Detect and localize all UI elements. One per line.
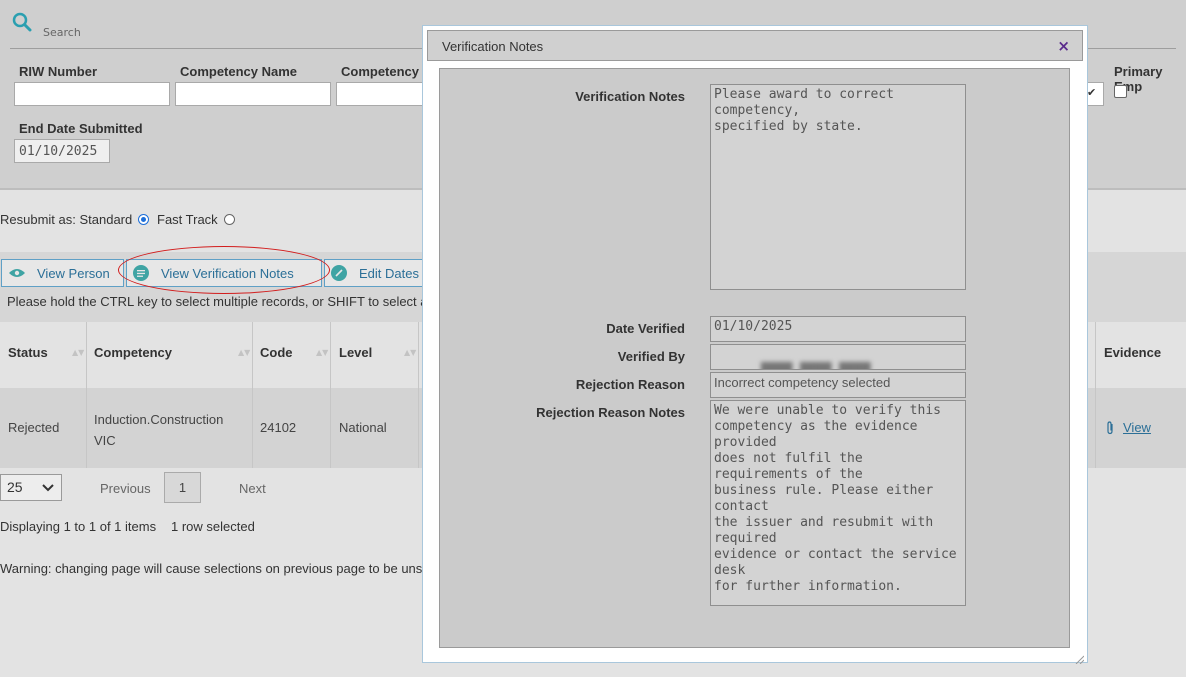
- fast-track-radio[interactable]: [224, 214, 235, 225]
- highlight-annotation: [118, 246, 330, 294]
- verification-notes-label: Verification Notes: [575, 89, 685, 104]
- chevron-down-icon: ✔: [1087, 86, 1097, 99]
- verified-by-label: Verified By: [617, 349, 685, 364]
- competency-code-label: Competency C: [341, 64, 433, 79]
- end-date-input[interactable]: [14, 139, 110, 163]
- dialog-titlebar[interactable]: Verification Notes ×: [427, 30, 1083, 61]
- competency-name-label: Competency Name: [180, 64, 298, 79]
- edit-dates-button[interactable]: Edit Dates: [324, 259, 424, 287]
- competency-name-input[interactable]: [175, 82, 331, 106]
- primary-employer-checkbox[interactable]: [1114, 85, 1127, 98]
- resize-grip-icon[interactable]: [1074, 649, 1085, 665]
- column-divider: [252, 322, 253, 468]
- riw-number-input[interactable]: [14, 82, 170, 106]
- sort-icon[interactable]: ▲▼: [316, 348, 328, 357]
- rejection-reason-notes-textarea[interactable]: We were unable to verify this competency…: [710, 400, 966, 606]
- next-page-button[interactable]: Next: [239, 481, 266, 496]
- column-status[interactable]: Status: [8, 345, 48, 360]
- view-person-label: View Person: [37, 265, 110, 281]
- rejection-reason-label: Rejection Reason: [575, 377, 685, 392]
- rejection-reason-field[interactable]: Incorrect competency selected: [710, 372, 966, 398]
- column-divider: [330, 322, 331, 468]
- column-evidence[interactable]: Evidence: [1104, 345, 1161, 360]
- column-competency[interactable]: Competency: [94, 345, 172, 360]
- date-verified-field[interactable]: 01/10/2025: [710, 316, 966, 342]
- page-size-value: 25: [7, 479, 23, 495]
- column-divider: [86, 322, 87, 468]
- riw-number-label: RIW Number: [19, 64, 97, 79]
- dialog-title: Verification Notes: [442, 39, 544, 54]
- eye-icon: [8, 267, 26, 282]
- sort-icon[interactable]: ▲▼: [72, 348, 84, 357]
- display-count: Displaying 1 to 1 of 1 items: [0, 519, 157, 534]
- evidence-view-link[interactable]: View: [1123, 420, 1151, 435]
- dialog-body: Verification Notes Please award to corre…: [439, 68, 1070, 648]
- paperclip-icon: [1106, 420, 1115, 439]
- edit-dates-label: Edit Dates: [359, 265, 419, 281]
- selection-hint: Please hold the CTRL key to select multi…: [7, 294, 428, 309]
- previous-page-button[interactable]: Previous: [100, 481, 151, 496]
- verification-notes-dialog: Verification Notes × Verification Notes …: [422, 25, 1088, 665]
- cell-status: Rejected: [8, 420, 60, 435]
- sort-icon[interactable]: ▲▼: [238, 348, 250, 357]
- sort-icon[interactable]: ▲▼: [404, 348, 416, 357]
- date-verified-label: Date Verified: [606, 321, 685, 336]
- close-icon[interactable]: ×: [1057, 37, 1070, 55]
- verified-by-value: ████ ████ ████: [761, 363, 871, 369]
- cell-code: 24102: [260, 420, 297, 435]
- rejection-reason-notes-label: Rejection Reason Notes: [536, 405, 685, 420]
- verification-notes-textarea[interactable]: Please award to correct competency, spec…: [710, 84, 966, 290]
- search-label: Search: [43, 26, 81, 39]
- verified-by-field[interactable]: ████ ████ ████: [710, 344, 966, 370]
- rows-selected: 1 row selected: [171, 519, 255, 534]
- search-icon[interactable]: [12, 12, 32, 36]
- cell-competency: Induction.Construction VIC: [94, 412, 224, 448]
- standard-radio[interactable]: [138, 214, 149, 225]
- page-number-button[interactable]: 1: [164, 472, 201, 503]
- column-level[interactable]: Level: [339, 345, 372, 360]
- calendar-icon: [331, 265, 347, 281]
- fast-track-label: Fast Track: [157, 212, 218, 227]
- view-person-button[interactable]: View Person: [1, 259, 124, 287]
- cell-level: National: [339, 420, 387, 435]
- resubmit-label: Resubmit as: Standard: [0, 212, 133, 227]
- chevron-down-icon: [42, 480, 54, 496]
- column-divider: [1095, 322, 1096, 468]
- end-date-label: End Date Submitted: [19, 121, 143, 136]
- page-change-warning: Warning: changing page will cause select…: [0, 561, 423, 576]
- column-divider: [418, 322, 419, 468]
- column-code[interactable]: Code: [260, 345, 293, 360]
- page-size-select[interactable]: 25: [0, 474, 62, 501]
